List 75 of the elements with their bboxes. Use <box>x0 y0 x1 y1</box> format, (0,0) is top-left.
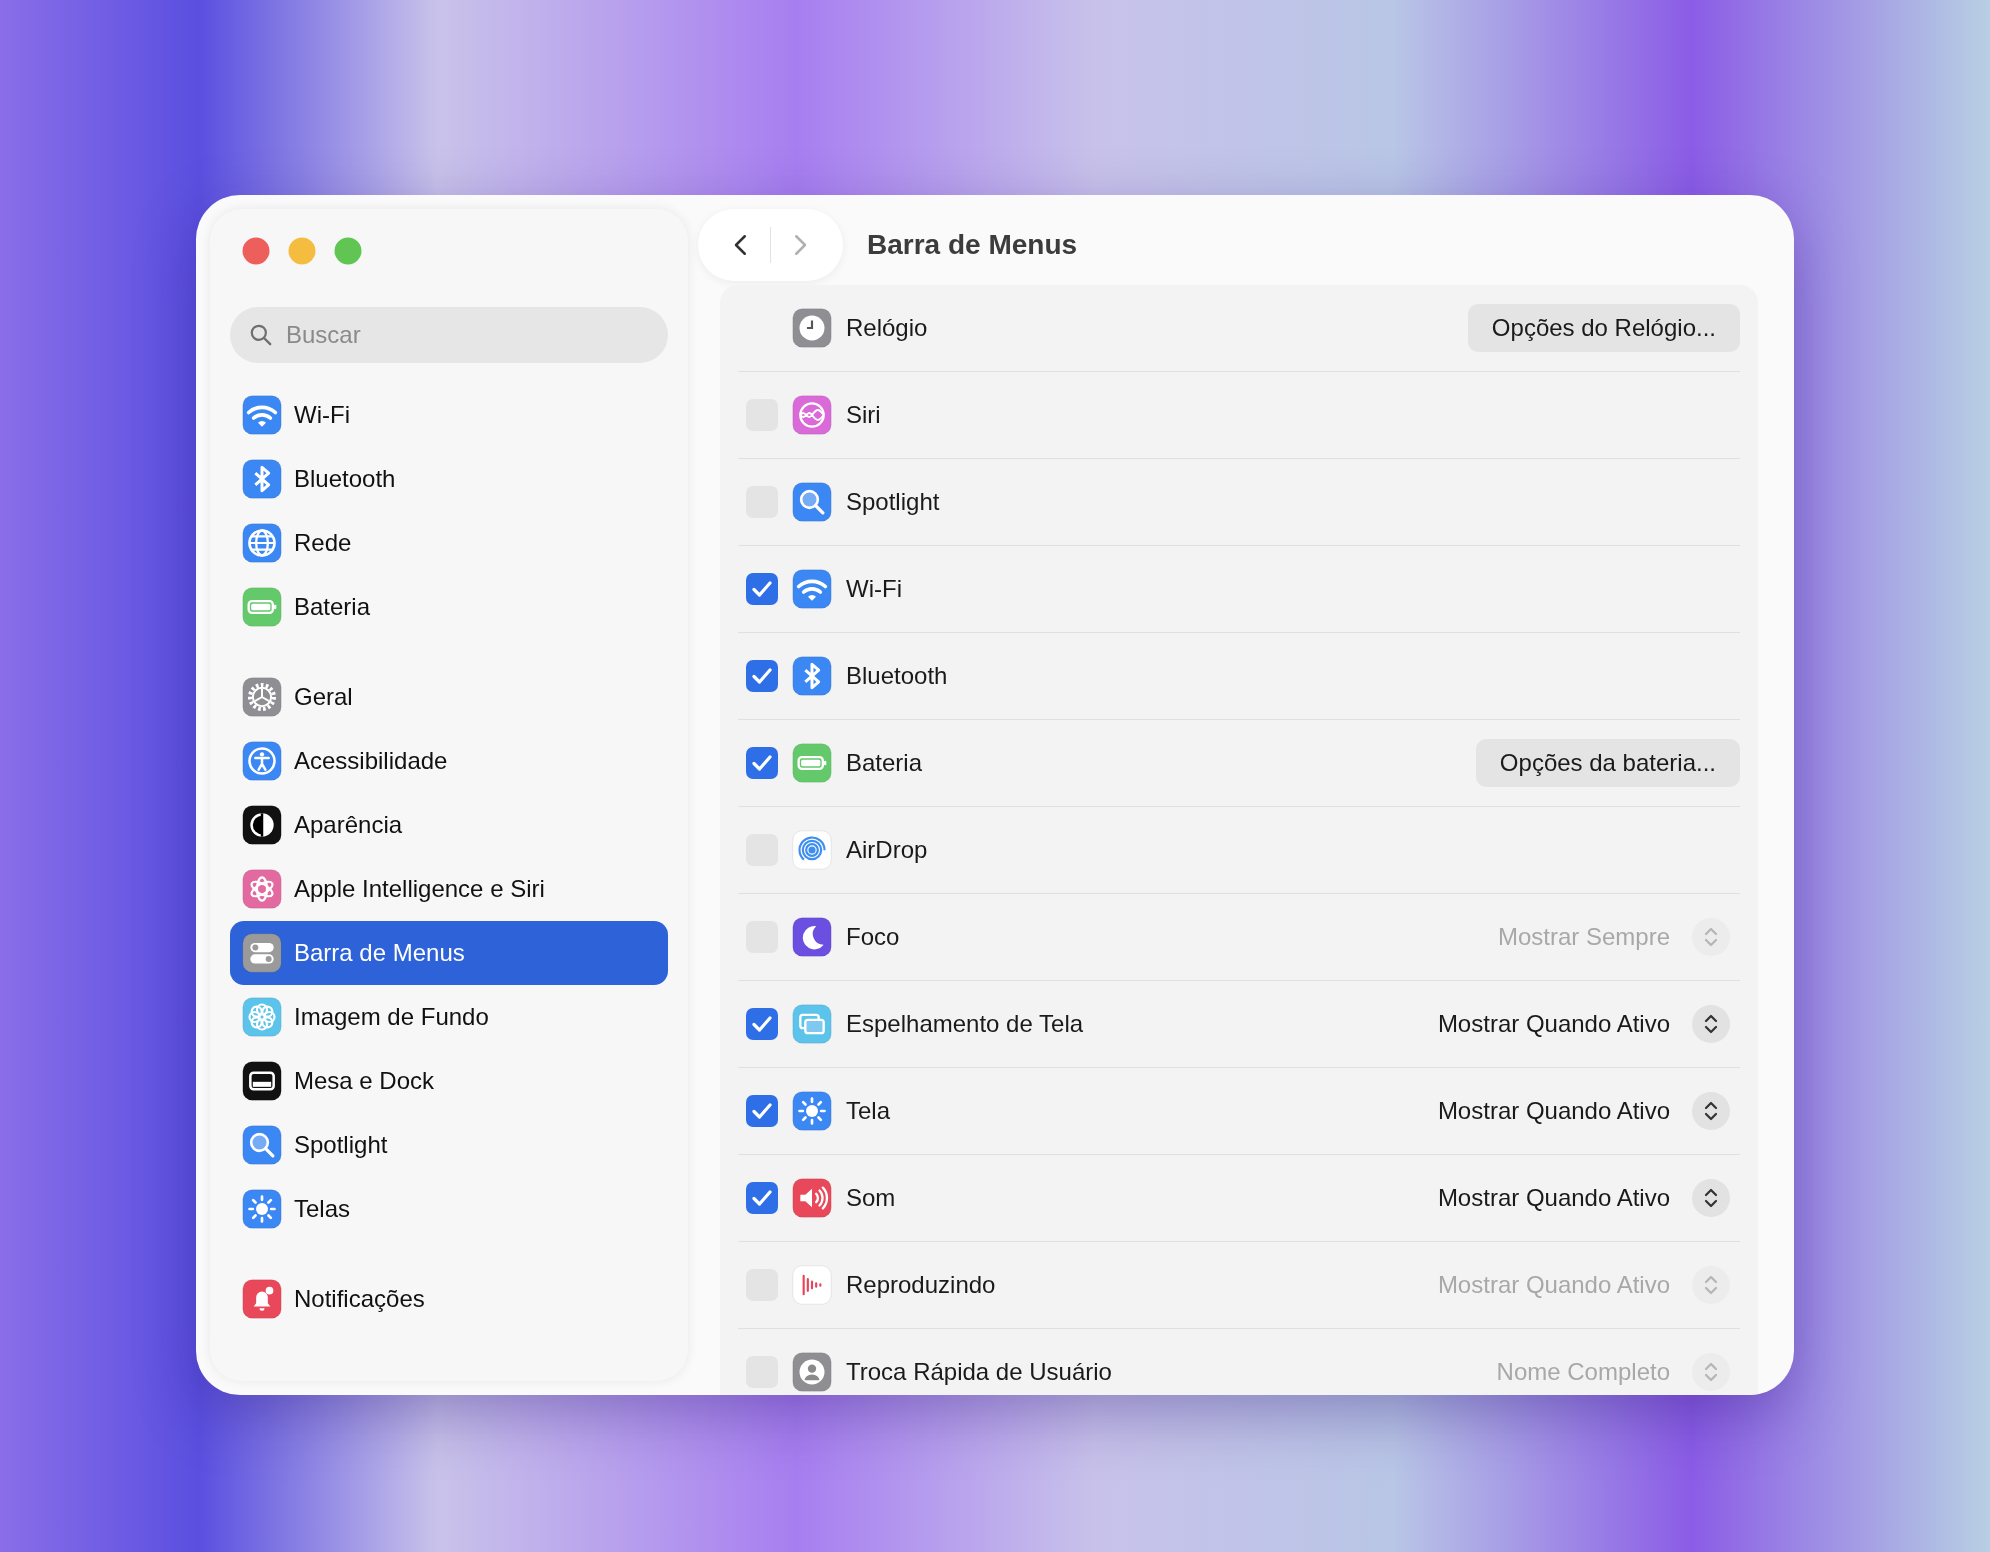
gear-icon <box>242 677 282 717</box>
checkbox[interactable] <box>746 1008 778 1040</box>
toggles-icon <box>242 933 282 973</box>
stepper-icon <box>1692 1353 1730 1391</box>
row-label: Bluetooth <box>846 662 949 690</box>
options-button[interactable]: Opções da bateria... <box>1475 739 1740 787</box>
zoom-button[interactable] <box>334 237 362 265</box>
flower-icon <box>242 997 282 1037</box>
clock-icon <box>792 308 832 348</box>
stepper-icon <box>1692 1092 1730 1130</box>
sidebar-item[interactable]: Bateria <box>230 575 668 639</box>
window-title: Barra de Menus <box>867 229 1078 261</box>
speaker-icon <box>792 1178 832 1218</box>
wifi-icon <box>242 395 282 435</box>
battery-icon <box>792 743 832 783</box>
accessibility-icon <box>242 741 282 781</box>
wifi-icon <box>792 569 832 609</box>
sun-icon <box>792 1091 832 1131</box>
globe-icon <box>242 523 282 563</box>
stepper-icon <box>1692 1266 1730 1304</box>
row-label: Wi-Fi <box>846 575 903 603</box>
row-label: AirDrop <box>846 836 929 864</box>
row-label: Tela <box>846 1097 892 1125</box>
close-button[interactable] <box>242 237 270 265</box>
popup-button[interactable]: Mostrar Quando Ativo <box>1437 1179 1740 1217</box>
sidebar-item[interactable]: Wi-Fi <box>230 383 668 447</box>
waveform-icon <box>792 1265 832 1305</box>
checkbox[interactable] <box>746 1095 778 1127</box>
sidebar-item[interactable]: Rede <box>230 511 668 575</box>
sidebar-item[interactable]: Mesa e Dock <box>230 1049 668 1113</box>
bluetooth-icon <box>242 459 282 499</box>
sidebar-item[interactable]: Bluetooth <box>230 447 668 511</box>
sidebar-item[interactable]: Spotlight <box>230 1113 668 1177</box>
sidebar-item[interactable]: Geral <box>230 665 668 729</box>
battery-icon <box>242 587 282 627</box>
bell-icon <box>242 1279 282 1319</box>
sidebar-item[interactable]: Aparência <box>230 793 668 857</box>
checkbox[interactable] <box>746 573 778 605</box>
sidebar-item[interactable]: Telas <box>230 1177 668 1241</box>
row-label: Som <box>846 1184 897 1212</box>
stepper-icon <box>1692 918 1730 956</box>
options-button[interactable]: Opções do Relógio... <box>1467 304 1740 352</box>
checkbox[interactable] <box>746 747 778 779</box>
row-label: Foco <box>846 923 901 951</box>
stepper-icon <box>1692 1179 1730 1217</box>
sidebar-item[interactable]: Imagem de Fundo <box>230 985 668 1049</box>
sidebar-item[interactable]: Notificações <box>230 1267 668 1331</box>
siri-icon <box>792 395 832 435</box>
sun-icon <box>242 1189 282 1229</box>
row-label: Espelhamento de Tela <box>846 1010 1085 1038</box>
flower-icon <box>242 869 282 909</box>
bluetooth-icon <box>792 656 832 696</box>
stepper-icon <box>1692 1005 1730 1043</box>
airdrop-icon <box>792 830 832 870</box>
checkbox[interactable] <box>746 660 778 692</box>
search-icon <box>242 1125 282 1165</box>
row-label: Relógio <box>846 314 929 342</box>
sidebar-item[interactable]: Apple Intelligence e Siri <box>230 857 668 921</box>
row-label: Bateria <box>846 749 924 777</box>
sidebar-item[interactable]: Barra de Menus <box>230 921 668 985</box>
row-label: Reproduzindo <box>846 1271 997 1299</box>
user-icon <box>792 1352 832 1392</box>
checkbox[interactable] <box>746 1182 778 1214</box>
search-icon <box>792 482 832 522</box>
screens-icon <box>792 1004 832 1044</box>
row-label: Spotlight <box>846 488 941 516</box>
row-label: Troca Rápida de Usuário <box>846 1358 1113 1386</box>
moon-icon <box>792 917 832 957</box>
search-field[interactable]: Buscar <box>230 307 668 363</box>
sidebar-item[interactable]: Acessibilidade <box>230 729 668 793</box>
popup-button[interactable]: Mostrar Quando Ativo <box>1437 1092 1740 1130</box>
popup-button[interactable]: Mostrar Quando Ativo <box>1437 1005 1740 1043</box>
minimize-button[interactable] <box>288 237 316 265</box>
row-label: Siri <box>846 401 882 429</box>
dock-icon <box>242 1061 282 1101</box>
